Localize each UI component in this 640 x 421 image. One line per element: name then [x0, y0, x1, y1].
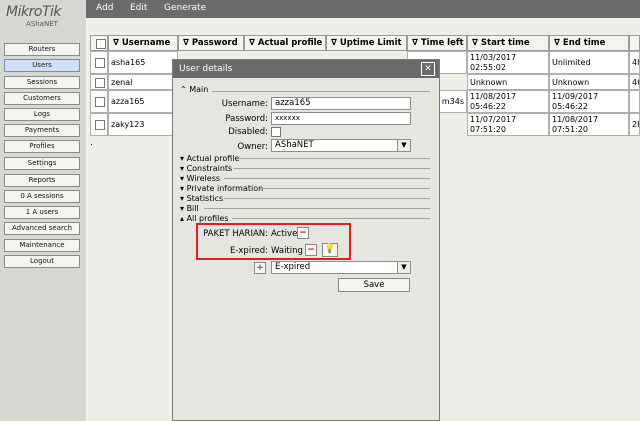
section-all-profiles[interactable]: ▴ All profiles: [180, 214, 228, 223]
profile-status: Active: [271, 229, 298, 239]
cell-end-time: Unknown: [549, 74, 629, 90]
username-label: Username:: [221, 99, 268, 109]
header-time-left[interactable]: ∇ Time left: [407, 35, 467, 51]
section-wireless[interactable]: ▾ Wireless: [180, 174, 220, 183]
add-profile-select[interactable]: E-xpired ▼: [271, 261, 411, 274]
disabled-checkbox[interactable]: [271, 127, 281, 137]
sidebar-item-logout[interactable]: Logout: [4, 255, 80, 268]
username-field[interactable]: azza165: [271, 97, 411, 110]
chevron-down-icon: ▼: [397, 262, 410, 273]
cell-username: azza165: [108, 90, 178, 113]
select-all-checkbox[interactable]: [96, 39, 106, 49]
top-menu-bar: Add Edit Generate: [86, 0, 640, 18]
cell-extra: 2h: [629, 113, 640, 136]
divider: [224, 178, 430, 179]
header-uptime-limit[interactable]: ∇ Uptime Limit: [326, 35, 407, 51]
menu-add[interactable]: Add: [96, 3, 113, 13]
row-checkbox[interactable]: [95, 78, 105, 88]
sidebar-item-routers[interactable]: Routers: [4, 43, 80, 56]
expand-icon: ⌃: [180, 85, 190, 94]
table-row: [90, 74, 108, 90]
cell-end-time: Unlimited: [549, 51, 629, 74]
logo-subtitle: AShaNET: [26, 20, 58, 28]
table-row: [90, 113, 108, 136]
header-select-all[interactable]: [90, 35, 108, 51]
table-footer-dot: .: [90, 138, 93, 148]
cell-start-time: 11/03/2017 02:55:02: [467, 51, 549, 74]
cell-start-time: 11/08/2017 05:46:22: [467, 90, 549, 113]
sidebar-item-active-sessions[interactable]: 0 A sessions: [4, 190, 80, 203]
divider: [238, 158, 430, 159]
profile-name: E-xpired:: [229, 246, 268, 256]
sidebar-item-profiles[interactable]: Profiles: [4, 140, 80, 153]
remove-profile-button[interactable]: −: [305, 244, 317, 256]
password-field[interactable]: xxxxxx: [271, 112, 411, 125]
profile-status: Waiting: [271, 246, 303, 256]
header-actual-profile[interactable]: ∇ Actual profile: [244, 35, 326, 51]
sidebar: MikroTik AShaNET Routers Users Sessions …: [0, 0, 86, 421]
table-row: [90, 51, 108, 74]
sidebar-item-users[interactable]: Users: [4, 59, 80, 72]
cell-extra: [629, 90, 640, 113]
divider: [204, 208, 430, 209]
save-button[interactable]: Save: [338, 278, 410, 292]
password-label: Password:: [225, 114, 268, 124]
header-password[interactable]: ∇ Password: [178, 35, 244, 51]
lightbulb-icon[interactable]: 💡: [322, 243, 338, 257]
disabled-label: Disabled:: [228, 127, 268, 137]
section-statistics[interactable]: ▾ Statistics: [180, 194, 223, 203]
section-actual-profile[interactable]: ▾ Actual profile: [180, 154, 239, 163]
chevron-down-icon: ▼: [397, 140, 410, 151]
section-bill[interactable]: ▾ Bill: [180, 204, 199, 213]
table-row: [90, 90, 108, 113]
sidebar-item-sessions[interactable]: Sessions: [4, 76, 80, 89]
row-checkbox[interactable]: [95, 97, 105, 107]
sidebar-item-settings[interactable]: Settings: [4, 157, 80, 170]
section-constraints[interactable]: ▾ Constraints: [180, 164, 232, 173]
divider: [260, 188, 430, 189]
sidebar-item-reports[interactable]: Reports: [4, 174, 80, 187]
cell-extra: 46: [629, 74, 640, 90]
profile-name: PAKET HARIAN:: [203, 229, 268, 239]
header-username[interactable]: ∇ Username: [108, 35, 178, 51]
owner-select[interactable]: AShaNET ▼: [271, 139, 411, 152]
menu-edit[interactable]: Edit: [130, 3, 147, 13]
sidebar-item-customers[interactable]: Customers: [4, 92, 80, 105]
dialog-title: User details: [173, 60, 439, 78]
cell-extra: 4h: [629, 51, 640, 74]
sidebar-item-advanced-search[interactable]: Advanced search: [4, 222, 80, 235]
sidebar-item-logs[interactable]: Logs: [4, 108, 80, 121]
divider: [212, 91, 430, 92]
cell-username: zenal: [108, 74, 178, 90]
sidebar-item-payments[interactable]: Payments: [4, 124, 80, 137]
sidebar-item-active-users[interactable]: 1 A users: [4, 206, 80, 219]
cell-start-time: 11/07/2017 07:51:20: [467, 113, 549, 136]
section-main[interactable]: ⌃ Main: [180, 85, 208, 94]
header-start-time[interactable]: ∇ Start time: [467, 35, 549, 51]
header-end-time[interactable]: ∇ End time: [549, 35, 629, 51]
cell-start-time: Unknown: [467, 74, 549, 90]
cell-username: zaky123: [108, 113, 178, 136]
divider: [224, 198, 430, 199]
logo: MikroTik: [6, 4, 61, 20]
close-icon[interactable]: ✕: [421, 62, 435, 76]
section-private-information[interactable]: ▾ Private information: [180, 184, 263, 193]
sidebar-item-maintenance[interactable]: Maintenance: [4, 239, 80, 252]
menu-generate[interactable]: Generate: [164, 3, 206, 13]
cell-end-time: 11/08/2017 07:51:20: [549, 113, 629, 136]
divider: [234, 168, 430, 169]
add-profile-button[interactable]: +: [254, 262, 266, 274]
header-extra: [629, 35, 640, 51]
remove-profile-button[interactable]: −: [297, 227, 309, 239]
owner-label: Owner:: [237, 142, 268, 152]
row-checkbox[interactable]: [95, 120, 105, 130]
row-checkbox[interactable]: [95, 58, 105, 68]
divider: [232, 218, 430, 219]
cell-username: asha165: [108, 51, 178, 74]
cell-end-time: 11/09/2017 05:46:22: [549, 90, 629, 113]
